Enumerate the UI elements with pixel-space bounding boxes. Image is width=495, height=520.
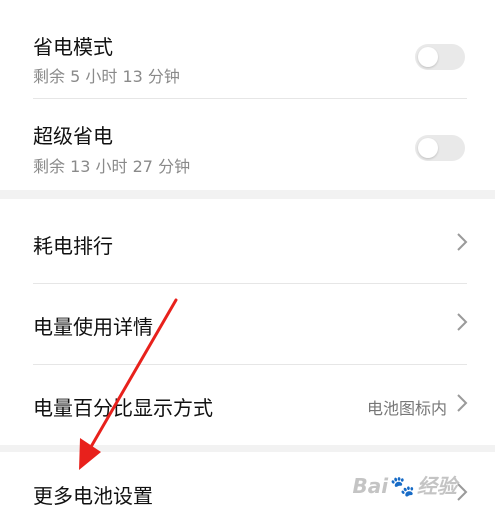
percentage-display-label: 电量百分比显示方式 — [33, 396, 213, 420]
power-saving-mode-title: 省电模式 — [33, 35, 113, 59]
chevron-right-icon — [457, 483, 468, 501]
chevron-right-icon — [457, 233, 468, 251]
consumption-ranking-row[interactable]: 耗电排行 — [0, 199, 495, 283]
super-power-saving-remaining: 剩余 13 小时 27 分钟 — [33, 157, 191, 176]
toggle-knob — [418, 138, 438, 158]
power-saving-mode-row[interactable]: 省电模式 剩余 5 小时 13 分钟 — [0, 0, 495, 98]
chevron-right-icon — [457, 394, 468, 412]
watermark-text-left: Bai — [352, 474, 389, 498]
battery-menu-card: 耗电排行 电量使用详情 电量百分比显示方式 电池图标内 — [0, 199, 495, 445]
chevron-right-icon — [457, 313, 468, 331]
super-power-saving-row[interactable]: 超级省电 剩余 13 小时 27 分钟 — [0, 99, 495, 189]
super-power-saving-title: 超级省电 — [33, 124, 113, 148]
percentage-display-value: 电池图标内 — [366, 399, 447, 418]
super-power-saving-toggle[interactable] — [415, 135, 465, 161]
paw-icon: 🐾 — [390, 474, 415, 498]
consumption-ranking-label: 耗电排行 — [33, 234, 113, 258]
usage-details-row[interactable]: 电量使用详情 — [0, 284, 495, 364]
usage-details-label: 电量使用详情 — [33, 315, 153, 339]
more-battery-settings-label: 更多电池设置 — [33, 484, 153, 508]
power-saving-mode-remaining: 剩余 5 小时 13 分钟 — [33, 67, 180, 86]
percentage-display-row[interactable]: 电量百分比显示方式 电池图标内 — [0, 365, 495, 445]
toggle-knob — [418, 47, 438, 67]
power-saving-mode-toggle[interactable] — [415, 44, 465, 70]
power-saving-card: 省电模式 剩余 5 小时 13 分钟 超级省电 剩余 13 小时 27 分钟 — [0, 0, 495, 190]
baidu-watermark: Bai 🐾 经验 — [352, 470, 457, 499]
watermark-text-right: 经验 — [417, 474, 457, 498]
